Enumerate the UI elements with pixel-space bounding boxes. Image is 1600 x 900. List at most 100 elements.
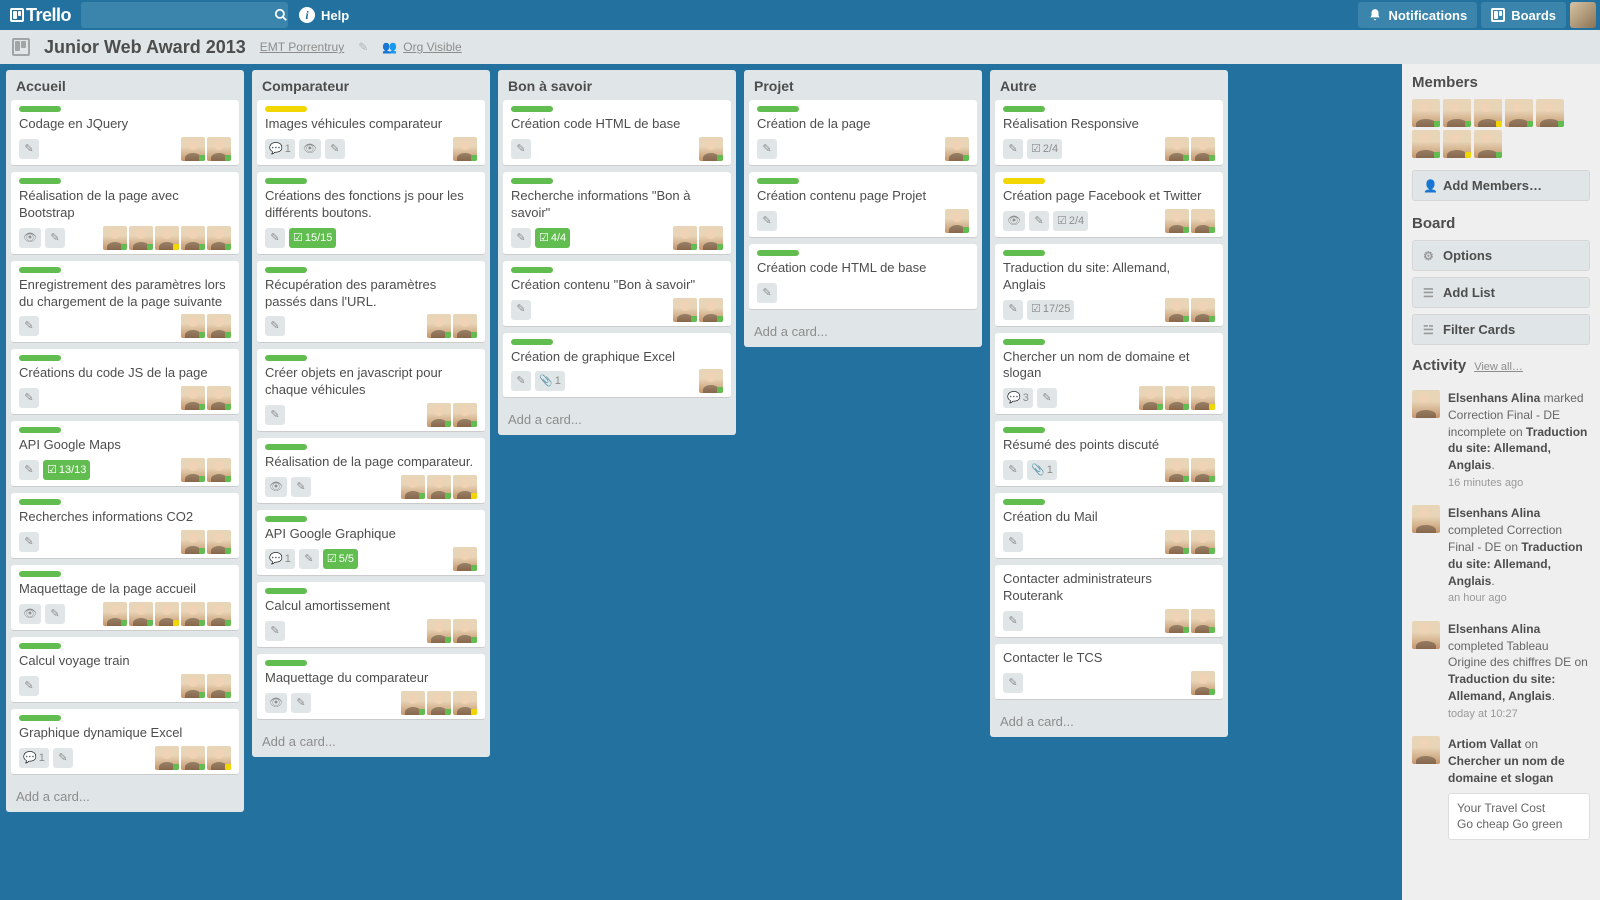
member-avatar[interactable]: [1191, 386, 1215, 410]
member-avatar[interactable]: [699, 298, 723, 322]
member-avatar[interactable]: [207, 386, 231, 410]
member-avatar[interactable]: [181, 137, 205, 161]
card[interactable]: API Google Maps✎☑13/13: [11, 421, 239, 487]
add-card[interactable]: Add a card...: [990, 706, 1228, 737]
member-avatar[interactable]: [453, 137, 477, 161]
member-avatar[interactable]: [103, 602, 127, 626]
member-avatar[interactable]: [699, 369, 723, 393]
member-avatar[interactable]: [181, 458, 205, 482]
notifications-button[interactable]: Notifications: [1358, 2, 1477, 28]
member-avatar[interactable]: [1505, 99, 1533, 127]
member-avatar[interactable]: [453, 619, 477, 643]
card[interactable]: Recherche informations "Bon à savoir"✎☑4…: [503, 172, 731, 255]
member-avatar[interactable]: [699, 137, 723, 161]
card[interactable]: Création de graphique Excel✎📎1: [503, 333, 731, 399]
logo[interactable]: Trello: [4, 5, 81, 26]
member-avatar[interactable]: [1191, 530, 1215, 554]
list-header[interactable]: Comparateur: [252, 70, 490, 100]
member-avatar[interactable]: [129, 602, 153, 626]
member-avatar[interactable]: [207, 674, 231, 698]
member-avatar[interactable]: [103, 226, 127, 250]
member-avatar[interactable]: [207, 746, 231, 770]
card[interactable]: Création de la page✎: [749, 100, 977, 166]
member-avatar[interactable]: [1536, 99, 1564, 127]
card[interactable]: API Google Graphique💬1✎☑5/5: [257, 510, 485, 576]
card[interactable]: Contacter administrateurs Routerank✎: [995, 565, 1223, 638]
card[interactable]: Création contenu page Projet✎: [749, 172, 977, 238]
member-avatar[interactable]: [1191, 209, 1215, 233]
add-members-button[interactable]: 👤 Add Members…: [1412, 170, 1590, 201]
member-avatar[interactable]: [427, 619, 451, 643]
member-avatar[interactable]: [155, 226, 179, 250]
activity-avatar[interactable]: [1412, 390, 1440, 418]
activity-avatar[interactable]: [1412, 621, 1440, 649]
card[interactable]: Enregistrement des paramètres lors du ch…: [11, 261, 239, 344]
member-avatar[interactable]: [181, 602, 205, 626]
add-card[interactable]: Add a card...: [744, 316, 982, 347]
search-box[interactable]: [81, 2, 281, 28]
activity-avatar[interactable]: [1412, 505, 1440, 533]
member-avatar[interactable]: [1412, 99, 1440, 127]
filter-button[interactable]: ☱Filter Cards: [1412, 314, 1590, 345]
member-avatar[interactable]: [1139, 386, 1163, 410]
member-avatar[interactable]: [1443, 130, 1471, 158]
member-avatar[interactable]: [1474, 130, 1502, 158]
member-avatar[interactable]: [1191, 609, 1215, 633]
list-header[interactable]: Bon à savoir: [498, 70, 736, 100]
options-button[interactable]: ⚙Options: [1412, 240, 1590, 271]
card[interactable]: Créer objets en javascript pour chaque v…: [257, 349, 485, 432]
boards-button[interactable]: Boards: [1481, 2, 1566, 28]
card[interactable]: Réalisation de la page avec Bootstrap👁✎: [11, 172, 239, 255]
member-avatar[interactable]: [129, 226, 153, 250]
member-avatar[interactable]: [1165, 609, 1189, 633]
card[interactable]: Calcul amortissement✎: [257, 582, 485, 648]
member-avatar[interactable]: [427, 314, 451, 338]
list-header[interactable]: Accueil: [6, 70, 244, 100]
card[interactable]: Réalisation Responsive✎☑2/4: [995, 100, 1223, 166]
search-input[interactable]: [81, 8, 274, 23]
member-avatar[interactable]: [181, 314, 205, 338]
list-header[interactable]: Projet: [744, 70, 982, 100]
org-link[interactable]: EMT Porrentruy: [260, 40, 344, 54]
member-avatar[interactable]: [1443, 99, 1471, 127]
member-avatar[interactable]: [1165, 298, 1189, 322]
view-all-link[interactable]: View all…: [1474, 361, 1523, 373]
card[interactable]: Créations des fonctions js pour les diff…: [257, 172, 485, 255]
card[interactable]: Graphique dynamique Excel💬1✎: [11, 709, 239, 775]
member-avatar[interactable]: [427, 403, 451, 427]
card[interactable]: Maquettage de la page accueil👁✎: [11, 565, 239, 631]
member-avatar[interactable]: [453, 403, 477, 427]
member-avatar[interactable]: [181, 226, 205, 250]
member-avatar[interactable]: [1191, 298, 1215, 322]
member-avatar[interactable]: [401, 691, 425, 715]
pencil-icon[interactable]: ✎: [358, 40, 368, 54]
card[interactable]: Récupération des paramètres passés dans …: [257, 261, 485, 344]
member-avatar[interactable]: [1191, 137, 1215, 161]
card[interactable]: Calcul voyage train✎: [11, 637, 239, 703]
member-avatar[interactable]: [453, 691, 477, 715]
list-header[interactable]: Autre: [990, 70, 1228, 100]
card[interactable]: Chercher un nom de domaine et slogan💬3✎: [995, 333, 1223, 416]
card[interactable]: Création contenu "Bon à savoir"✎: [503, 261, 731, 327]
member-avatar[interactable]: [1191, 458, 1215, 482]
add-card[interactable]: Add a card...: [252, 726, 490, 757]
member-avatar[interactable]: [207, 458, 231, 482]
member-avatar[interactable]: [181, 746, 205, 770]
add-list-button[interactable]: ☰Add List: [1412, 277, 1590, 308]
member-avatar[interactable]: [207, 314, 231, 338]
card[interactable]: Codage en JQuery✎: [11, 100, 239, 166]
member-avatar[interactable]: [155, 746, 179, 770]
member-avatar[interactable]: [427, 475, 451, 499]
card[interactable]: Recherches informations CO2✎: [11, 493, 239, 559]
card[interactable]: Création code HTML de base✎: [749, 244, 977, 310]
card[interactable]: Réalisation de la page comparateur.👁✎: [257, 438, 485, 504]
member-avatar[interactable]: [699, 226, 723, 250]
card[interactable]: Maquettage du comparateur👁✎: [257, 654, 485, 720]
card[interactable]: Traduction du site: Allemand, Anglais✎☑1…: [995, 244, 1223, 327]
help-link[interactable]: i Help: [299, 7, 349, 23]
user-avatar[interactable]: [1570, 2, 1596, 28]
card[interactable]: Création du Mail✎: [995, 493, 1223, 559]
card[interactable]: Images véhicules comparateur💬1👁✎: [257, 100, 485, 166]
member-avatar[interactable]: [207, 602, 231, 626]
member-avatar[interactable]: [401, 475, 425, 499]
